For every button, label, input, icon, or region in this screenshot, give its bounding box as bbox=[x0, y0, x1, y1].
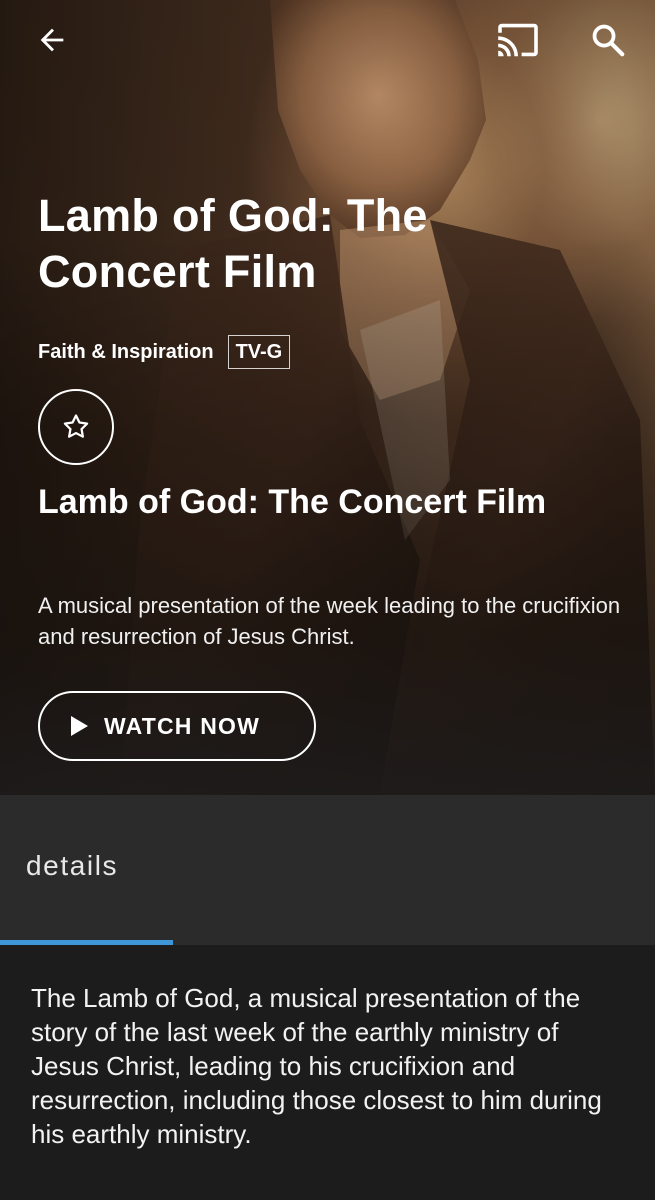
details-description: The Lamb of God, a musical presentation … bbox=[31, 983, 602, 1149]
play-icon bbox=[71, 716, 88, 736]
top-app-bar bbox=[0, 0, 655, 80]
cast-button[interactable] bbox=[490, 18, 546, 62]
show-meta: Faith & Inspiration TV-G bbox=[38, 333, 291, 371]
favorite-button[interactable] bbox=[38, 389, 114, 465]
star-outline-icon bbox=[63, 414, 89, 438]
show-title: Lamb of God: The Concert Film bbox=[38, 190, 428, 297]
watch-now-button[interactable]: WATCH NOW bbox=[38, 691, 316, 761]
search-button[interactable] bbox=[580, 18, 636, 62]
cast-icon bbox=[498, 23, 538, 57]
search-icon bbox=[592, 24, 625, 57]
rating-badge: TV-G bbox=[227, 335, 291, 369]
arrow-left-icon bbox=[40, 28, 64, 52]
watch-now-label: WATCH NOW bbox=[104, 712, 261, 739]
tab-bar: details bbox=[0, 795, 655, 945]
details-panel: The Lamb of God, a musical presentation … bbox=[0, 945, 655, 1200]
episode-title: Lamb of God: The Concert Film bbox=[38, 483, 547, 521]
back-button[interactable] bbox=[28, 20, 76, 60]
short-synopsis: A musical presentation of the week leadi… bbox=[38, 593, 621, 649]
genre-label: Faith & Inspiration bbox=[38, 340, 214, 363]
tab-details[interactable]: details bbox=[26, 850, 118, 882]
